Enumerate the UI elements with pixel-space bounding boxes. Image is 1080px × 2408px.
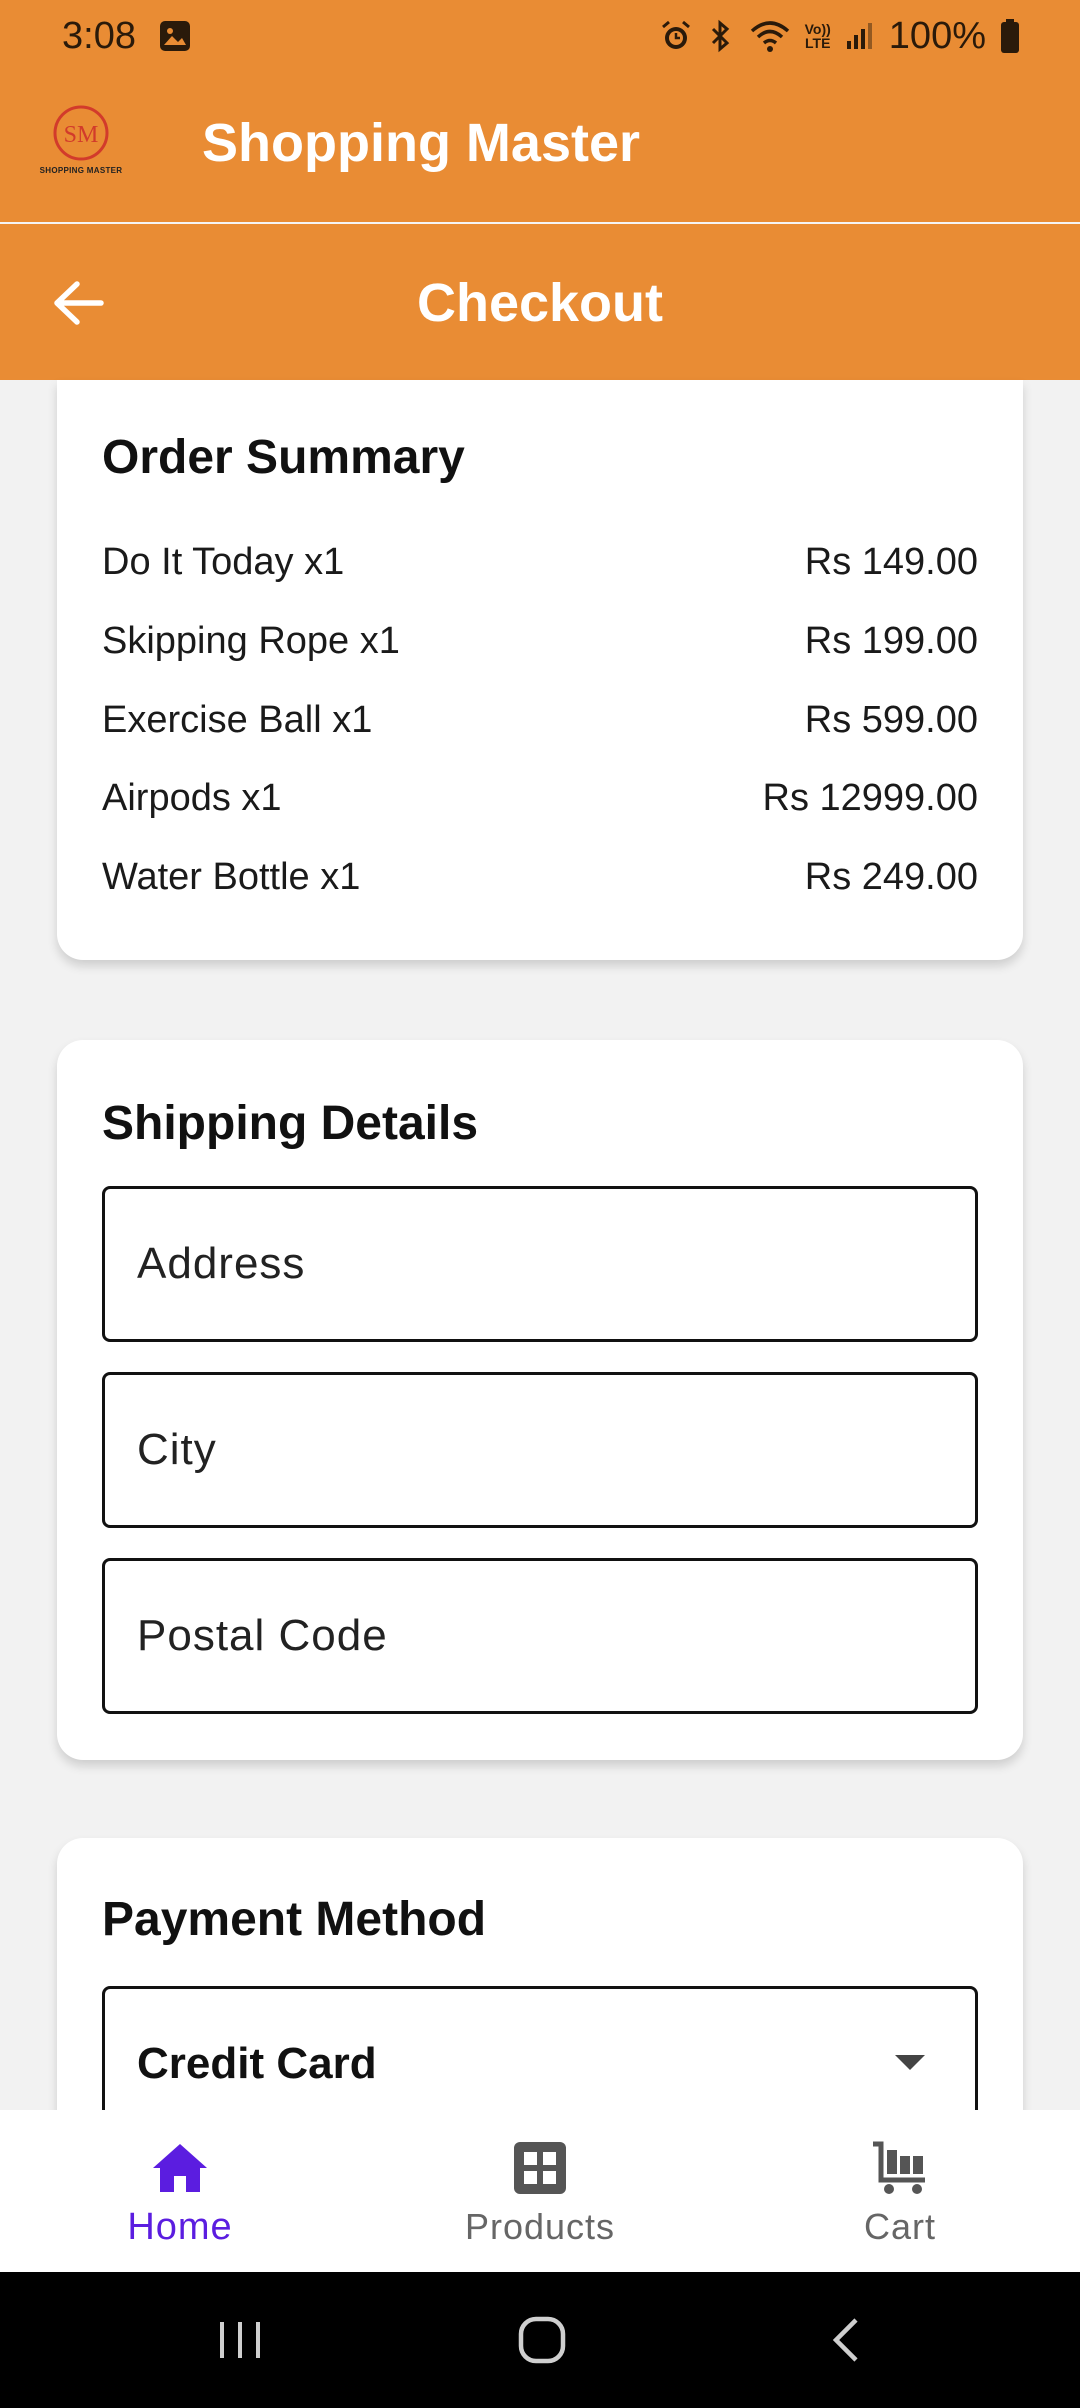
logo-caption: SHOPPING MASTER	[39, 166, 123, 175]
status-right: Vo)) LTE 100%	[659, 15, 1020, 58]
order-item-price: Rs 249.00	[804, 855, 978, 898]
order-item-name: Water Bottle x1	[102, 855, 361, 898]
status-time: 3:08	[62, 14, 136, 57]
home-system-button[interactable]	[518, 2312, 566, 2368]
postal-code-placeholder: Postal Code	[137, 1611, 388, 1660]
home-circle-icon	[518, 2316, 566, 2364]
signal-icon	[845, 19, 875, 53]
system-back-button[interactable]	[828, 2312, 864, 2368]
recent-apps-button[interactable]	[218, 2312, 262, 2368]
order-item-price: Rs 12999.00	[762, 776, 979, 819]
order-item: Do It Today x1 Rs 149.00	[102, 532, 978, 592]
logo-mark-icon: SM	[53, 105, 109, 161]
payment-method-selected: Credit Card	[137, 2039, 377, 2088]
page-title: Checkout	[416, 273, 664, 333]
order-item: Exercise Ball x1 Rs 599.00	[102, 690, 978, 750]
logo-monogram: SM	[64, 122, 99, 148]
bottom-navigation: Home Products Cart	[0, 2110, 1080, 2272]
order-item-name: Airpods x1	[102, 776, 282, 819]
battery-percent: 100%	[888, 14, 986, 57]
grid-icon	[513, 2138, 567, 2198]
battery-icon	[1000, 18, 1020, 54]
chevron-left-icon	[832, 2318, 858, 2362]
app-bar: SM SHOPPING MASTER Shopping Master	[0, 72, 1080, 222]
status-bar: 3:08 Vo)) LTE 100%	[0, 0, 1080, 72]
caret-down-icon	[895, 2055, 925, 2070]
checkout-header: Checkout	[0, 224, 1080, 380]
gallery-notification-icon	[158, 19, 192, 53]
order-item: Skipping Rope x1 Rs 199.00	[102, 611, 978, 671]
city-placeholder: City	[137, 1425, 217, 1474]
order-summary-card: Order Summary Do It Today x1 Rs 149.00 S…	[57, 380, 1023, 960]
postal-code-field[interactable]: Postal Code	[102, 1558, 978, 1714]
order-item-name: Exercise Ball x1	[102, 698, 373, 741]
address-field[interactable]: Address	[102, 1186, 978, 1342]
shipping-details-card: Shipping Details Address City Postal Cod…	[57, 1040, 1023, 1760]
payment-method-title: Payment Method	[102, 1893, 487, 1946]
order-item-name: Do It Today x1	[102, 540, 345, 583]
app-logo: SM SHOPPING MASTER	[36, 102, 126, 192]
nav-home-label: Home	[127, 2206, 233, 2248]
nav-cart[interactable]: Cart	[720, 2110, 1080, 2272]
order-item-price: Rs 149.00	[804, 540, 978, 583]
order-item-name: Skipping Rope x1	[102, 619, 400, 662]
nav-home[interactable]: Home	[0, 2110, 360, 2272]
nav-products[interactable]: Products	[360, 2110, 720, 2272]
order-summary-title: Order Summary	[102, 431, 465, 484]
nav-products-label: Products	[464, 2206, 616, 2247]
order-item: Airpods x1 Rs 12999.00	[102, 768, 978, 828]
volte-lte-icon: Vo)) LTE	[804, 21, 831, 51]
order-item: Water Bottle x1 Rs 249.00	[102, 847, 978, 907]
network-label: LTE	[805, 35, 831, 51]
cart-icon	[871, 2138, 929, 2198]
app-title: Shopping Master	[202, 113, 641, 173]
recent-apps-icon	[220, 2322, 260, 2358]
alarm-icon	[659, 19, 693, 53]
address-placeholder: Address	[137, 1239, 306, 1288]
order-item-price: Rs 199.00	[804, 619, 978, 662]
wifi-icon	[749, 19, 791, 53]
order-item-price: Rs 599.00	[804, 698, 978, 741]
city-field[interactable]: City	[102, 1372, 978, 1528]
system-navigation-bar	[0, 2272, 1080, 2408]
nav-cart-label: Cart	[863, 2206, 936, 2247]
bluetooth-icon	[707, 19, 735, 53]
status-left: 3:08	[62, 15, 192, 58]
home-icon	[151, 2138, 209, 2198]
shipping-details-title: Shipping Details	[102, 1097, 479, 1150]
